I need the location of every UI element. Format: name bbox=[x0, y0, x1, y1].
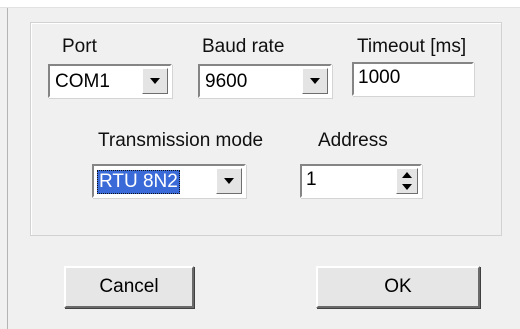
address-label: Address bbox=[318, 130, 388, 151]
chevron-down-icon bbox=[310, 78, 320, 84]
port-label: Port bbox=[62, 36, 97, 57]
baud-rate-label: Baud rate bbox=[202, 36, 285, 57]
address-spinner[interactable]: 1 bbox=[300, 164, 422, 198]
transmission-mode-dropdown-button[interactable] bbox=[216, 168, 242, 194]
ok-button[interactable]: OK bbox=[316, 266, 480, 308]
baud-rate-select[interactable]: 9600 bbox=[198, 64, 332, 98]
timeout-input[interactable]: 1000 bbox=[352, 62, 474, 96]
port-select[interactable]: COM1 bbox=[48, 64, 172, 98]
transmission-mode-value: RTU 8N2 bbox=[97, 170, 180, 194]
baud-rate-value: 9600 bbox=[205, 71, 248, 92]
address-value: 1 bbox=[306, 169, 317, 190]
transmission-mode-label: Transmission mode bbox=[98, 130, 264, 151]
port-value: COM1 bbox=[55, 71, 110, 92]
spin-down-icon[interactable] bbox=[402, 184, 412, 190]
window-edge bbox=[7, 8, 8, 329]
port-dropdown-button[interactable] bbox=[142, 68, 168, 94]
transmission-mode-select[interactable]: RTU 8N2 bbox=[92, 164, 246, 198]
baud-rate-dropdown-button[interactable] bbox=[302, 68, 328, 94]
cancel-button[interactable]: Cancel bbox=[64, 266, 194, 308]
address-spin-buttons[interactable] bbox=[396, 168, 418, 194]
timeout-label: Timeout [ms] bbox=[357, 36, 467, 57]
chevron-down-icon bbox=[150, 78, 160, 84]
title-bar-remnant bbox=[0, 0, 520, 8]
chevron-down-icon bbox=[224, 178, 234, 184]
spin-up-icon[interactable] bbox=[402, 172, 412, 178]
